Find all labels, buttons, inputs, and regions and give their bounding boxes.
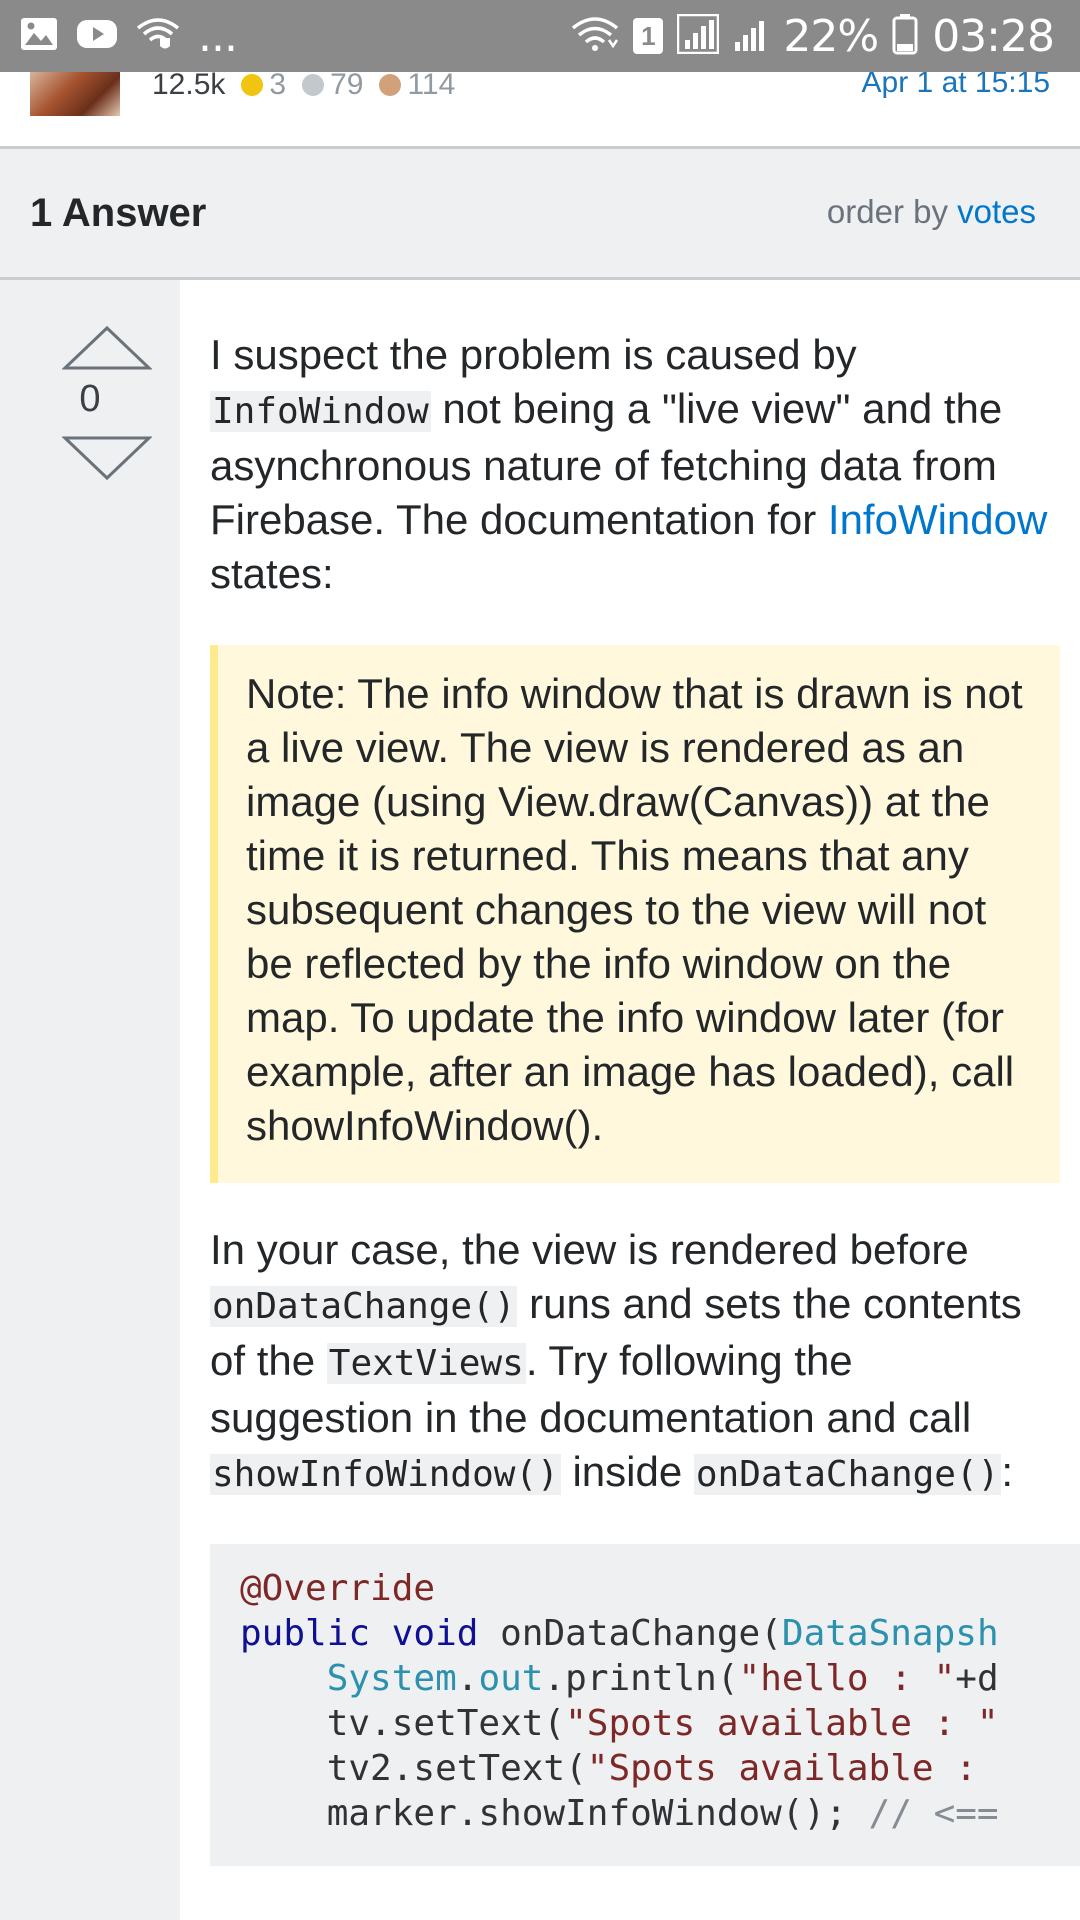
youtube-icon: [76, 18, 118, 55]
answer-paragraph: I suspect the problem is caused by InfoW…: [210, 328, 1060, 601]
upvote-arrow-icon: [61, 325, 153, 370]
inline-code: onDataChange(): [693, 1454, 1002, 1495]
battery-percent: 22%: [783, 10, 879, 62]
signal-sim2-icon: [733, 16, 769, 57]
text: In your case, the view is rendered befor…: [210, 1226, 969, 1273]
inline-code: TextViews: [326, 1343, 526, 1384]
status-bar-right: 1 22% 03:28: [571, 11, 1080, 62]
text: I suspect the problem is caused by: [210, 331, 857, 378]
text: states:: [210, 550, 334, 597]
downvote-button[interactable]: [61, 435, 153, 481]
silver-badge-icon: [302, 74, 325, 96]
documentation-quote: Note: The info window that is drawn is n…: [210, 645, 1060, 1183]
sort-control: order by votes: [827, 193, 1036, 231]
code-type: out: [478, 1658, 544, 1699]
code-keyword: public: [240, 1613, 371, 1654]
code-text: +d: [955, 1658, 999, 1699]
downvote-arrow-icon: [61, 436, 153, 481]
code-text: tv2.setText(: [240, 1748, 587, 1789]
text: :: [1001, 1448, 1013, 1495]
text: . Try following the suggestion in the do…: [210, 1337, 972, 1441]
vote-column: 0: [0, 280, 180, 1920]
code-type: DataSnapsh: [781, 1613, 999, 1654]
code-string: "Spots available : ": [565, 1703, 999, 1744]
answer-body: I suspect the problem is caused by InfoW…: [210, 328, 1080, 1866]
code-comment: // <==: [868, 1793, 999, 1834]
upvote-button[interactable]: [61, 325, 153, 371]
code-text: .println(: [543, 1658, 739, 1699]
wifi-icon: [571, 16, 619, 57]
wifi-secure-icon: [136, 16, 180, 57]
sort-votes-link[interactable]: votes: [957, 193, 1036, 230]
code-keyword: void: [391, 1613, 479, 1654]
code-text: tv.setText(: [240, 1703, 566, 1744]
gold-badge-count: 3: [269, 68, 287, 101]
code-text: onDataChange(: [500, 1613, 782, 1654]
status-bar: ... 1 22% 03:28: [0, 0, 1080, 72]
sim-slot-badge: 1: [633, 18, 664, 54]
gold-badge-icon: [241, 74, 264, 96]
code-type: System: [326, 1658, 457, 1699]
code-block[interactable]: @Override public void onDataChange(DataS…: [210, 1544, 1080, 1866]
battery-icon: [892, 13, 918, 60]
avatar[interactable]: [30, 72, 120, 116]
answers-header: 1 Answer order by votes: [0, 149, 1080, 277]
infowindow-doc-link[interactable]: InfoWindow: [828, 496, 1047, 543]
code-text: .: [456, 1658, 479, 1699]
clock: 03:28: [932, 10, 1055, 62]
status-bar-left: ...: [0, 10, 238, 62]
answers-count-title: 1 Answer: [30, 191, 207, 235]
inline-code: onDataChange(): [210, 1286, 518, 1327]
vote-count: 0: [79, 378, 101, 420]
order-by-label: order by: [826, 193, 948, 230]
code-string: "Spots available :: [586, 1748, 999, 1789]
signal-sim1-icon: [677, 13, 720, 59]
question-owner-card: 12.5k 3 79 114 Apr 1 at 15:15: [0, 66, 1080, 146]
answer-paragraph: In your case, the view is rendered befor…: [210, 1223, 1060, 1502]
silver-badge-count: 79: [330, 68, 364, 101]
text: inside: [572, 1448, 683, 1495]
gallery-icon: [20, 17, 58, 56]
code-text: marker.showInfoWindow();: [240, 1793, 869, 1834]
more-notifications: ...: [198, 10, 238, 62]
quote-text: Note: The info window that is drawn is n…: [246, 670, 1023, 1149]
user-reputation: 12.5k 3 79 114: [152, 68, 455, 102]
bronze-badge-count: 114: [407, 68, 456, 101]
code-string: "hello : ": [738, 1658, 956, 1699]
code-annotation: @Override: [240, 1568, 436, 1609]
reputation-score: 12.5k: [152, 68, 226, 101]
inline-code: showInfoWindow(): [210, 1454, 561, 1495]
bronze-badge-icon: [379, 74, 402, 96]
inline-code: InfoWindow: [210, 391, 431, 432]
